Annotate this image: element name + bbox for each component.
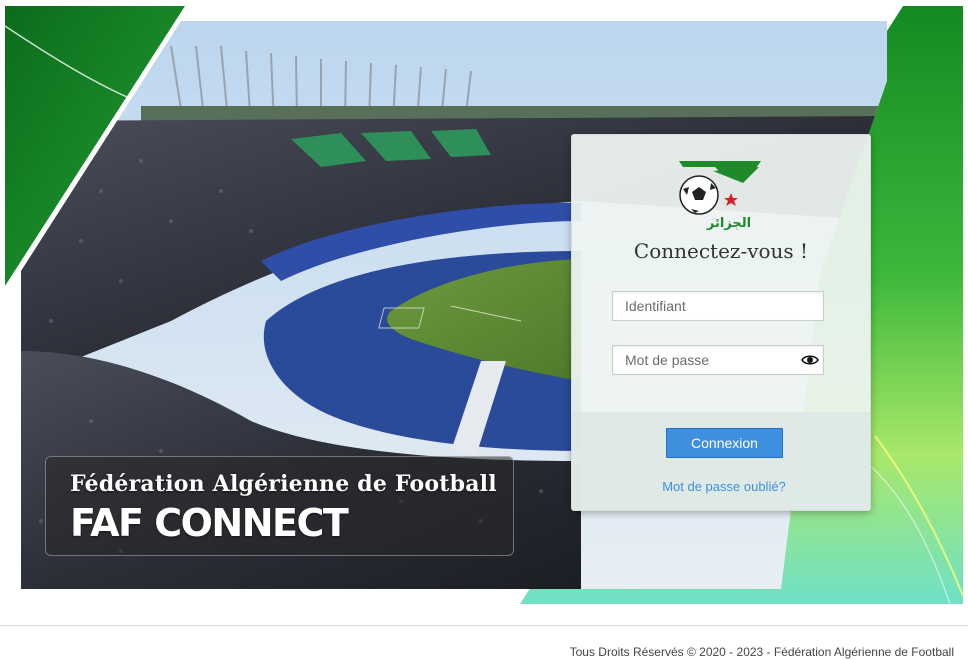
password-field[interactable] (612, 345, 824, 375)
password-input[interactable] (613, 346, 807, 374)
forgot-password-link[interactable]: Mot de passe oublié? (572, 479, 870, 494)
footer-divider (0, 625, 968, 626)
login-panel: الجزائر Connectez-vous ! Connexion Mot d… (571, 134, 871, 511)
login-panel-footer (572, 412, 870, 510)
brand-banner: Fédération Algérienne de Football FAF CO… (45, 456, 514, 556)
faf-logo: الجزائر (679, 161, 761, 231)
federation-title: Fédération Algérienne de Football (70, 471, 497, 497)
faf-connect-logo-text: FAF CONNECT (70, 501, 349, 545)
login-button[interactable]: Connexion (666, 428, 783, 458)
username-input[interactable] (613, 292, 807, 320)
logo-arabic-text: الجزائر (706, 216, 751, 231)
login-heading: Connectez-vous ! (633, 239, 809, 263)
eye-icon[interactable] (801, 352, 819, 368)
username-field[interactable] (612, 291, 824, 321)
copyright-text: Tous Droits Réservés © 2020 - 2023 - Féd… (569, 645, 954, 659)
